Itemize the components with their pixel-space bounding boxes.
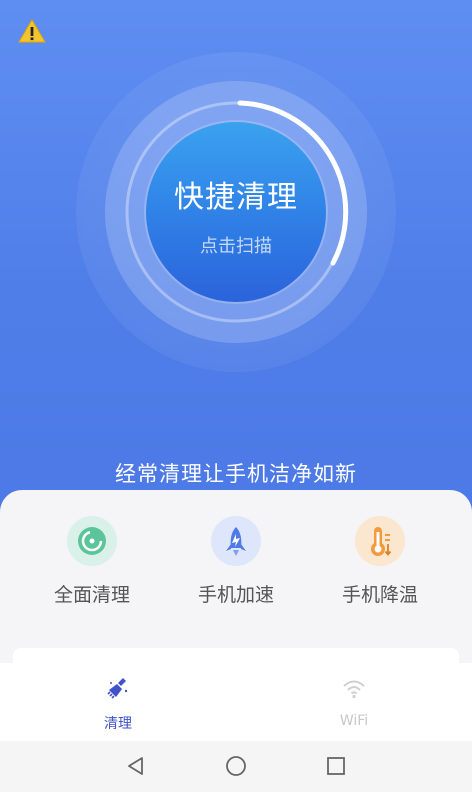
tab-wifi[interactable]: WiFi	[236, 663, 472, 741]
back-icon[interactable]	[124, 754, 148, 778]
warning-icon[interactable]	[18, 18, 46, 44]
feature-full-clean[interactable]: 全面清理	[22, 490, 162, 607]
wifi-icon	[343, 680, 365, 699]
recents-icon[interactable]	[324, 754, 348, 778]
tab-clean[interactable]: 清理	[0, 663, 236, 741]
clean-gauge-icon	[67, 516, 117, 566]
tab-wifi-label: WiFi	[339, 713, 369, 729]
rocket-icon	[211, 516, 261, 566]
tab-clean-label: 清理	[104, 716, 132, 732]
scan-subtitle[interactable]: 点击扫描	[146, 232, 326, 258]
thermometer-icon	[355, 516, 405, 566]
bottom-tab-bar: 清理 WiFi	[0, 663, 472, 741]
feature-label: 手机加速	[197, 584, 274, 606]
system-nav-bar	[0, 741, 472, 792]
quick-clean-title[interactable]: 快捷清理	[146, 172, 326, 216]
feature-label: 手机降温	[341, 584, 418, 606]
broom-icon	[107, 678, 128, 699]
feature-cool-down[interactable]: 手机降温	[310, 490, 450, 607]
hero-panel: 快捷清理 点击扫描 经常清理让手机洁净如新	[0, 0, 472, 530]
home-icon[interactable]	[224, 754, 248, 778]
feature-speed-up[interactable]: 手机加速	[166, 490, 306, 607]
slogan-text: 经常清理让手机洁净如新	[115, 462, 357, 486]
feature-label: 全面清理	[53, 584, 130, 606]
